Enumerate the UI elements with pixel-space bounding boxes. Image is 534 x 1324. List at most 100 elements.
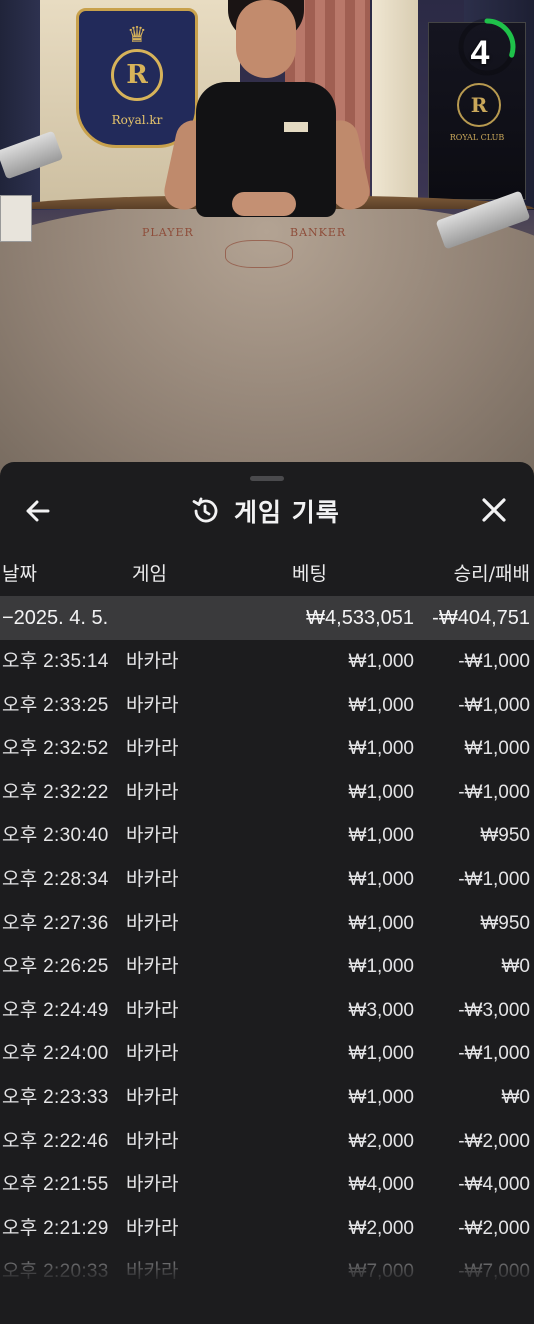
row-result: -₩2,000 — [458, 1217, 530, 1239]
history-row[interactable]: 오후 2:32:52 바카라 ₩1,000 ₩1,000 — [0, 727, 534, 771]
history-row[interactable]: 오후 2:28:34 바카라 ₩1,000 -₩1,000 — [0, 858, 534, 902]
history-row[interactable]: 오후 2:32:22 바카라 ₩1,000 -₩1,000 — [0, 771, 534, 815]
list-fade — [0, 1264, 534, 1324]
row-time: 오후 2:32:22 — [2, 781, 109, 803]
row-time: 오후 2:33:25 — [2, 694, 109, 716]
row-result: ₩0 — [501, 956, 531, 978]
live-video-stream: ♛ R Royal.kr R ROYAL CLUB PLAYER BANKER … — [0, 0, 534, 480]
back-button[interactable] — [20, 494, 56, 528]
table-label-player: PLAYER — [142, 226, 194, 239]
column-header-bet: 베팅 — [292, 563, 327, 585]
history-row[interactable]: 오후 2:24:00 바카라 ₩1,000 -₩1,000 — [0, 1032, 534, 1076]
row-game: 바카라 — [126, 780, 179, 803]
screen-brand: ROYAL CLUB — [449, 133, 505, 142]
crest-brand: Royal.kr — [111, 113, 163, 127]
row-result: ₩0 — [501, 1086, 531, 1108]
row-game: 바카라 — [126, 650, 179, 672]
history-row[interactable]: 오후 2:21:55 바카라 ₩4,000 -₩4,000 — [0, 1163, 534, 1207]
history-row[interactable]: 오후 2:22:46 바카라 ₩2,000 -₩2,000 — [0, 1120, 534, 1164]
sheet-header: 게임 기록 — [0, 482, 534, 540]
row-game: 바카라 — [126, 1129, 179, 1152]
row-game: 바카라 — [126, 1085, 179, 1108]
column-header-result: 승리/패배 — [453, 563, 530, 585]
row-time: 오후 2:27:36 — [2, 912, 109, 934]
row-time: 오후 2:32:52 — [2, 738, 109, 760]
row-result: ₩1,000 — [464, 738, 530, 760]
sheet-title: 게임 기록 — [234, 498, 340, 527]
row-time: 오후 2:21:55 — [2, 1174, 109, 1196]
close-button[interactable] — [476, 494, 512, 528]
row-bet: ₩1,000 — [348, 1043, 414, 1065]
history-row[interactable]: 오후 2:27:36 바카라 ₩1,000 ₩950 — [0, 902, 534, 946]
row-result: ₩950 — [480, 912, 530, 934]
crest-letter: R — [111, 49, 163, 101]
history-icon — [192, 497, 218, 523]
sheet-drag-handle[interactable] — [250, 476, 284, 481]
row-result: -₩1,000 — [458, 1043, 530, 1065]
row-time: 오후 2:26:25 — [2, 956, 109, 978]
row-bet: ₩3,000 — [348, 999, 414, 1021]
crown-icon: ♛ — [127, 23, 147, 48]
row-bet: ₩1,000 — [348, 956, 414, 978]
row-time: 오후 2:23:33 — [2, 1086, 109, 1108]
row-result: ₩950 — [480, 825, 530, 847]
timer-value: 4 — [470, 34, 490, 72]
row-game: 바카라 — [126, 693, 179, 716]
row-game: 바카라 — [126, 1042, 179, 1065]
summary-bet: ₩4,533,051 — [306, 607, 414, 629]
dealer-hands — [232, 192, 296, 216]
row-bet: ₩2,000 — [348, 1217, 414, 1239]
row-game: 바카라 — [126, 1216, 179, 1239]
row-game: 바카라 — [126, 737, 179, 760]
row-game: 바카라 — [126, 998, 179, 1021]
row-bet: ₩1,000 — [348, 781, 414, 803]
row-time: 오후 2:24:00 — [2, 1043, 109, 1065]
date-summary-row[interactable]: −2025. 4. 5. ₩4,533,051 -₩404,751 — [0, 596, 534, 640]
row-time: 오후 2:21:29 — [2, 1217, 109, 1239]
sheet-title-group: 게임 기록 — [190, 492, 340, 530]
game-history-sheet: 게임 기록 날짜 게임 베팅 승리/패배 −2025. 4. 5. ₩4,533… — [0, 462, 534, 1324]
screen-emblem: R — [457, 83, 501, 127]
row-game: 바카라 — [126, 955, 179, 978]
round-timer: 4 — [456, 16, 518, 78]
history-list: 오후 2:35:14 바카라 ₩1,000 -₩1,000 오후 2:33:25 바카라 ₩… — [0, 640, 534, 1294]
table-logo — [225, 240, 293, 268]
card-stack — [0, 195, 32, 242]
history-row[interactable]: 오후 2:26:25 바카라 ₩1,000 ₩0 — [0, 945, 534, 989]
history-row[interactable]: 오후 2:23:33 바카라 ₩1,000 ₩0 — [0, 1076, 534, 1120]
row-bet: ₩1,000 — [348, 825, 414, 847]
row-bet: ₩1,000 — [348, 912, 414, 934]
row-game: 바카라 — [126, 911, 179, 934]
dealer-name-badge — [284, 122, 308, 132]
back-arrow-icon — [26, 500, 50, 522]
row-time: 오후 2:30:40 — [2, 825, 109, 847]
row-bet: ₩4,000 — [348, 1174, 414, 1196]
row-game: 바카라 — [126, 867, 179, 890]
row-result: -₩1,000 — [458, 781, 530, 803]
summary-result: -₩404,751 — [432, 607, 530, 629]
row-bet: ₩1,000 — [348, 868, 414, 890]
history-row[interactable]: 오후 2:35:14 바카라 ₩1,000 -₩1,000 — [0, 640, 534, 684]
history-row[interactable]: 오후 2:30:40 바카라 ₩1,000 ₩950 — [0, 814, 534, 858]
history-row[interactable]: 오후 2:24:49 바카라 ₩3,000 -₩3,000 — [0, 989, 534, 1033]
column-header-game: 게임 — [132, 563, 167, 585]
row-bet: ₩1,000 — [348, 738, 414, 760]
history-row[interactable]: 오후 2:21:29 바카라 ₩2,000 -₩2,000 — [0, 1207, 534, 1251]
close-icon — [482, 498, 506, 522]
row-time: 오후 2:24:49 — [2, 999, 109, 1021]
summary-date: −2025. 4. 5. — [2, 607, 109, 629]
row-time: 오후 2:28:34 — [2, 868, 109, 890]
row-time: 오후 2:35:14 — [2, 651, 109, 672]
row-bet: ₩2,000 — [348, 1130, 414, 1152]
row-result: -₩1,000 — [458, 694, 530, 716]
row-bet: ₩1,000 — [348, 694, 414, 716]
column-header-date: 날짜 — [2, 563, 37, 585]
row-result: -₩1,000 — [458, 651, 530, 672]
row-game: 바카라 — [126, 1173, 179, 1196]
dealer-head — [236, 0, 296, 78]
history-row[interactable]: 오후 2:33:25 바카라 ₩1,000 -₩1,000 — [0, 684, 534, 728]
row-result: -₩2,000 — [458, 1130, 530, 1152]
row-bet: ₩1,000 — [348, 651, 414, 672]
row-bet: ₩1,000 — [348, 1086, 414, 1108]
row-result: -₩4,000 — [458, 1174, 530, 1196]
